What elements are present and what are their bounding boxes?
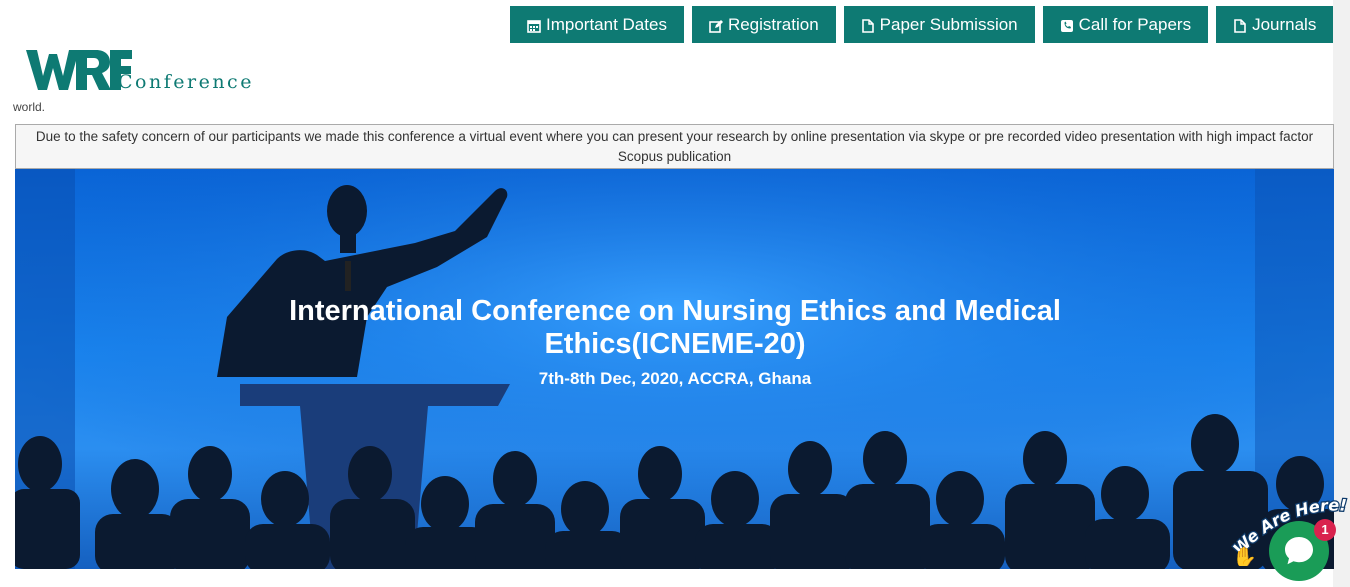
file-icon — [1233, 18, 1247, 33]
journals-button[interactable]: Journals — [1216, 6, 1334, 43]
important-dates-button[interactable]: Important Dates — [510, 6, 684, 43]
conference-title: International Conference on Nursing Ethi… — [289, 295, 1061, 360]
phone-icon — [1060, 18, 1074, 32]
registration-label: Registration — [727, 14, 819, 34]
important-dates-label: Important Dates — [546, 14, 667, 34]
chat-notification-badge: 1 — [1314, 519, 1336, 541]
clipped-text-fragment: world. — [13, 100, 46, 114]
hero-banner: International Conference on Nursing Ethi… — [15, 169, 1334, 569]
calendar-icon — [527, 18, 541, 33]
wrf-logo[interactable]: Conference — [26, 48, 266, 98]
chat-widget[interactable]: We Are Here! ✋ 1 — [1222, 486, 1350, 586]
file-icon — [861, 18, 875, 33]
paper-submission-label: Paper Submission — [879, 14, 1018, 34]
paper-submission-button[interactable]: Paper Submission — [843, 6, 1035, 43]
conference-date-location: 7th-8th Dec, 2020, ACCRA, Ghana — [538, 369, 812, 388]
logo-wordmark: Conference — [118, 71, 254, 93]
edit-icon — [709, 18, 723, 33]
journals-label: Journals — [1252, 14, 1317, 34]
registration-button[interactable]: Registration — [691, 6, 836, 43]
waving-hand-icon: ✋ — [1232, 545, 1257, 566]
call-for-papers-button[interactable]: Call for Papers — [1042, 6, 1209, 43]
top-nav: Important Dates Registration Paper Submi… — [510, 6, 1334, 43]
virtual-event-notice: Due to the safety concern of our partici… — [15, 124, 1334, 169]
call-for-papers-label: Call for Papers — [1078, 14, 1192, 34]
